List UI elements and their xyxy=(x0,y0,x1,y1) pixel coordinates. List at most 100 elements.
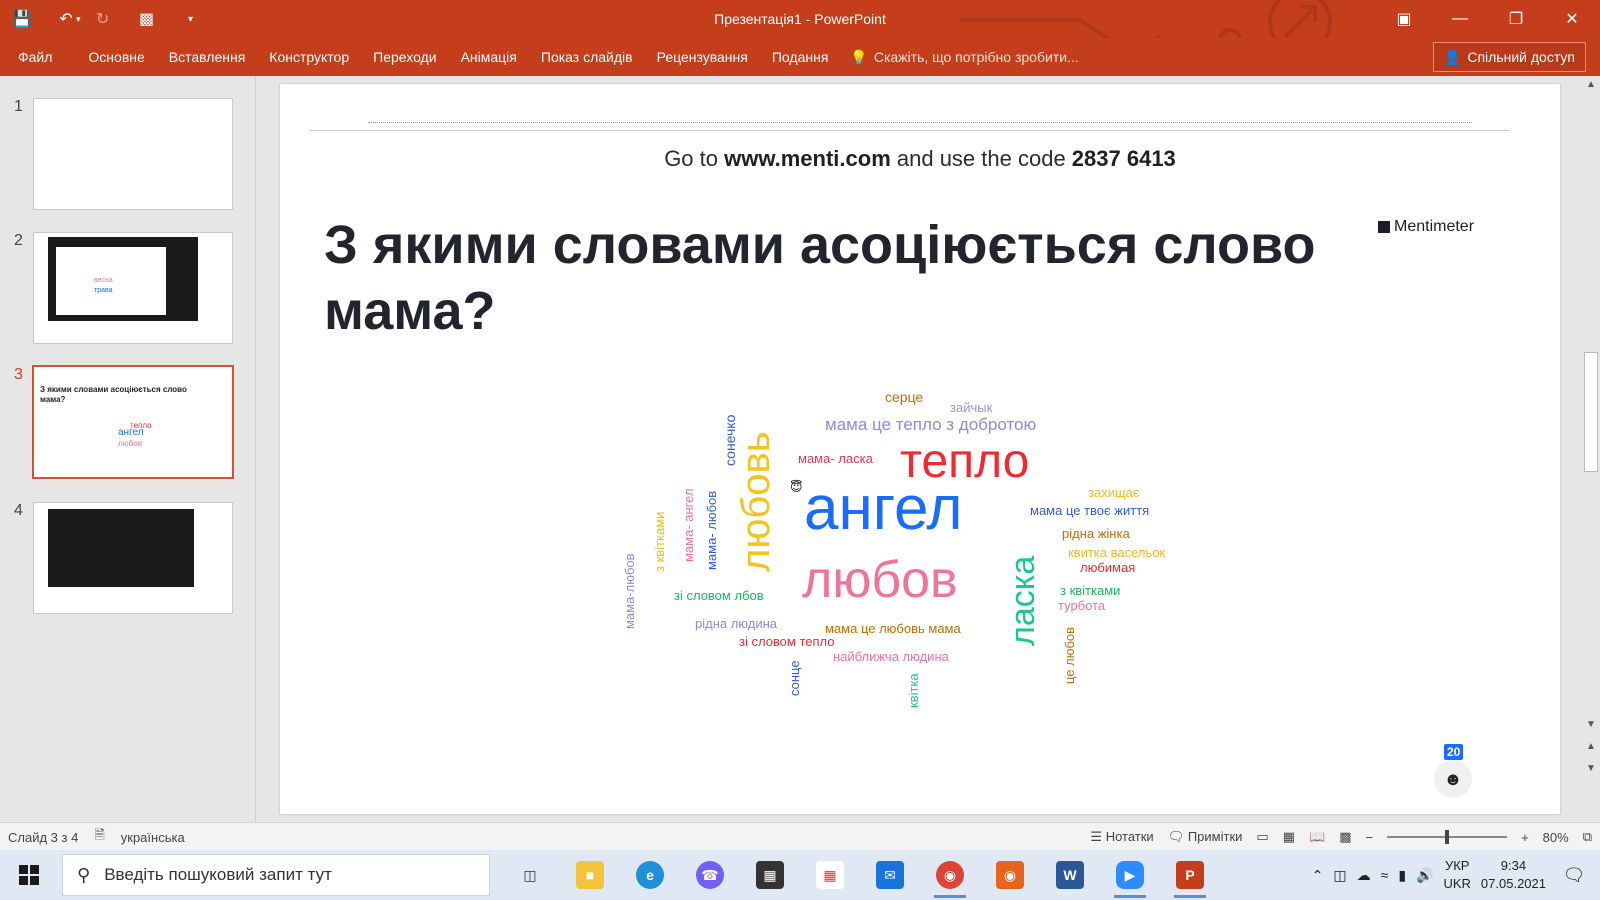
next-slide-icon[interactable]: ▼ xyxy=(1582,760,1600,778)
screen-recorder-icon[interactable]: ◉ xyxy=(980,850,1040,900)
slide-indicator: Слайд 3 з 4 xyxy=(8,829,79,845)
tell-me-box[interactable]: 💡 Скажіть, що потрібно зробити... xyxy=(850,49,1078,66)
vertical-scrollbar[interactable]: ▲ ▼ ▲ ▼ xyxy=(1582,76,1600,822)
slide[interactable]: Go to www.menti.com and use the code 283… xyxy=(280,84,1560,814)
tab-view[interactable]: Подання xyxy=(760,38,841,76)
customize-toolbar-icon[interactable]: ▾ xyxy=(169,0,213,38)
fit-to-window-icon[interactable]: ⧉ xyxy=(1583,829,1592,845)
word-cloud-word: мама- любов xyxy=(704,490,719,570)
redo-icon[interactable]: ↻ xyxy=(81,0,125,38)
word-cloud-word: мама- ласка xyxy=(798,451,873,466)
window-controls: ▣ — ❐ ✕ xyxy=(1376,0,1600,38)
scroll-down-icon[interactable]: ▼ xyxy=(1582,716,1600,734)
windows-start-icon[interactable] xyxy=(0,850,58,900)
share-label: Спільний доступ xyxy=(1467,49,1575,65)
search-placeholder: Введіть пошуковий запит тут xyxy=(104,865,332,884)
normal-view-icon[interactable]: ▭ xyxy=(1256,829,1268,845)
word-cloud-word: з квітками xyxy=(1060,583,1121,598)
comments-button[interactable]: 🗨 Примітки xyxy=(1168,829,1243,845)
zoom-level[interactable]: 80% xyxy=(1543,830,1569,845)
word-cloud-word: рідна жінка xyxy=(1062,526,1130,541)
wifi-icon[interactable]: ≈ xyxy=(1381,867,1389,883)
zoom-in-icon[interactable]: + xyxy=(1521,830,1529,845)
notifications-icon[interactable]: 🗨 xyxy=(1556,857,1592,893)
zoom-out-icon[interactable]: − xyxy=(1365,830,1373,845)
chrome-icon[interactable]: ◉ xyxy=(920,850,980,900)
thumbnail-video-grid xyxy=(48,509,194,587)
tab-animations[interactable]: Анімація xyxy=(449,38,529,76)
ribbon-tabs: Файл Основне Вставлення Конструктор Пере… xyxy=(0,38,1600,76)
taskbar-search-box[interactable]: ⚲ Введіть пошуковий запит тут xyxy=(62,854,490,896)
word-icon[interactable]: W xyxy=(1040,850,1100,900)
language-indicator[interactable]: українська xyxy=(121,830,185,845)
word-cloud-word: рідна людина xyxy=(695,616,778,631)
word-cloud-word: захищає xyxy=(1088,485,1140,500)
quick-access-toolbar: 💾 ↶ ▾ ↻ ▩ ▾ xyxy=(0,0,213,38)
input-language[interactable]: УКР UKR xyxy=(1443,857,1470,893)
tell-me-placeholder: Скажіть, що потрібно зробити... xyxy=(873,49,1079,65)
thumbnail-number: 4 xyxy=(14,502,23,519)
slide-sorter-icon[interactable]: ▦ xyxy=(1283,829,1295,845)
powerpoint-icon[interactable]: P xyxy=(1160,850,1220,900)
word-cloud-word: ласка xyxy=(1004,555,1042,646)
edge-icon[interactable]: e xyxy=(620,850,680,900)
notes-button[interactable]: ☰ Нотатки xyxy=(1090,829,1153,845)
restore-icon[interactable]: ❐ xyxy=(1488,0,1544,38)
zoom-slider-knob[interactable] xyxy=(1445,830,1450,844)
mail-icon[interactable]: ✉ xyxy=(860,850,920,900)
minimize-icon[interactable]: — xyxy=(1432,0,1488,38)
thumbnail-slide-2[interactable]: 2 весна трава xyxy=(0,232,256,346)
notes-label: Нотатки xyxy=(1105,829,1154,844)
word-cloud-word: зі словом тепло xyxy=(739,634,835,649)
share-button[interactable]: 👤 Спільний доступ xyxy=(1432,42,1586,72)
meet-now-icon[interactable]: ◫ xyxy=(1333,867,1346,884)
scrollbar-thumb[interactable] xyxy=(1584,352,1598,472)
battery-icon[interactable]: ▮ xyxy=(1398,867,1406,884)
tab-review[interactable]: Рецензування xyxy=(645,38,760,76)
viber-icon[interactable]: ☎ xyxy=(680,850,740,900)
previous-slide-icon[interactable]: ▲ xyxy=(1582,738,1600,756)
thumbnail-slide-3[interactable]: 3 З якими словами асоціюється слово мама… xyxy=(0,365,256,480)
thumbnail-preview: весна трава xyxy=(33,232,233,344)
word-cloud-word: мама це любовь мама xyxy=(825,621,961,636)
taskbar-apps: ◫ ■ e ☎ ▦ ▦ ✉ ◉ ◉ W ▶ P xyxy=(500,850,1220,900)
thumbnail-word: тепло xyxy=(130,421,152,430)
person-icon: 👤 xyxy=(1443,48,1462,65)
gift-app-icon[interactable]: ▦ xyxy=(800,850,860,900)
word-cloud-word: любовь xyxy=(734,431,778,572)
tab-slideshow[interactable]: Показ слайдів xyxy=(529,38,645,76)
tray-chevron-icon[interactable]: ⌃ xyxy=(1312,867,1324,884)
thumbnail-number: 3 xyxy=(14,366,23,383)
zoom-app-icon[interactable]: ▶ xyxy=(1100,850,1160,900)
thumbnail-slide-1[interactable]: 1 xyxy=(0,98,256,212)
store-icon[interactable]: ▦ xyxy=(740,850,800,900)
thumbnail-slide-4[interactable]: 4 xyxy=(0,502,256,616)
volume-icon[interactable]: 🔊 xyxy=(1416,867,1433,884)
tab-file[interactable]: Файл xyxy=(0,38,76,76)
onedrive-icon[interactable]: ☁ xyxy=(1357,867,1371,884)
start-slideshow-icon[interactable]: ▩ xyxy=(125,0,169,38)
clock-date: 07.05.2021 xyxy=(1480,876,1546,891)
word-cloud-word: зі словом лбов xyxy=(674,588,764,603)
status-bar: Слайд 3 з 4 🗎 українська ☰ Нотатки 🗨 При… xyxy=(0,822,1600,850)
word-cloud: серце зайчык мама це тепло з добротою сонеч… xyxy=(280,84,1560,814)
word-cloud-word: ангел xyxy=(804,474,963,543)
save-icon[interactable]: 💾 xyxy=(0,0,44,38)
zoom-slider[interactable] xyxy=(1387,830,1508,844)
tab-home[interactable]: Основне xyxy=(76,38,156,76)
word-cloud-word: квитка васельок xyxy=(1068,545,1166,560)
tab-transitions[interactable]: Переходи xyxy=(361,38,448,76)
input-language-top: УКР xyxy=(1444,858,1470,873)
clock[interactable]: 9:34 07.05.2021 xyxy=(1481,857,1546,893)
thumbnail-word: любов xyxy=(118,439,142,448)
ribbon-display-options-icon[interactable]: ▣ xyxy=(1376,0,1432,38)
spellcheck-icon[interactable]: 🗎 xyxy=(94,826,104,848)
slideshow-view-icon[interactable]: ▩ xyxy=(1339,829,1351,845)
tab-design[interactable]: Конструктор xyxy=(257,38,361,76)
reading-view-icon[interactable]: 📖 xyxy=(1309,829,1325,845)
task-view-icon[interactable]: ◫ xyxy=(500,850,560,900)
scroll-up-icon[interactable]: ▲ xyxy=(1582,76,1600,94)
file-explorer-icon[interactable]: ■ xyxy=(560,850,620,900)
tab-insert[interactable]: Вставлення xyxy=(157,38,258,76)
close-icon[interactable]: ✕ xyxy=(1544,0,1600,38)
